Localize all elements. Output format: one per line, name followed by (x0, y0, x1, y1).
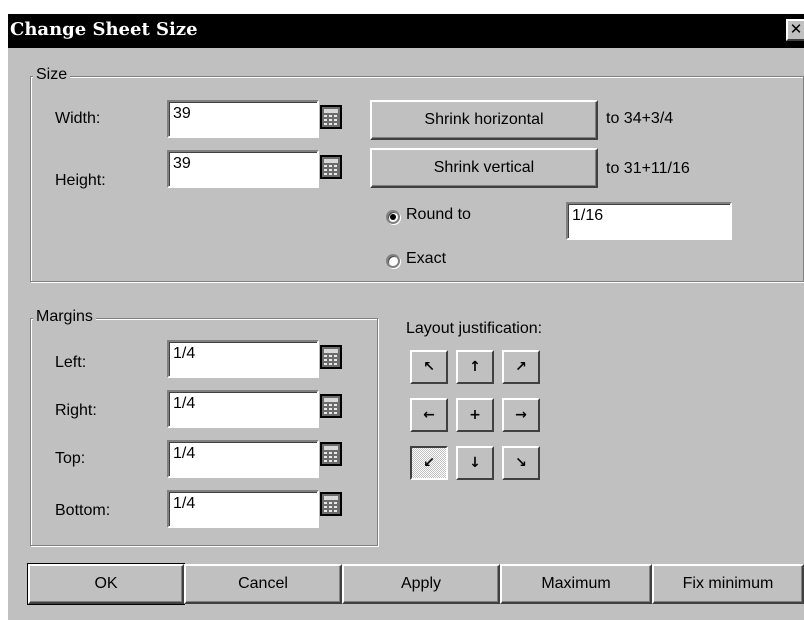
title-bar: Change Sheet Size ✕ (8, 14, 804, 48)
bottom-margin-calculator-button[interactable] (316, 490, 346, 518)
arrow-down-right-icon: ↘ (515, 455, 527, 471)
round-to-radio[interactable] (386, 210, 400, 224)
bottom-margin-label: Bottom: (55, 502, 111, 519)
left-margin-label: Left: (55, 354, 87, 371)
calculator-icon (320, 442, 342, 466)
justify-center-button[interactable]: + (456, 398, 494, 432)
width-calculator-button[interactable] (316, 103, 346, 131)
round-to-field[interactable]: 1/16 (566, 202, 732, 240)
top-margin-field[interactable]: 1/4 (167, 440, 319, 478)
calculator-icon (320, 155, 342, 179)
arrow-up-right-icon: ↗ (515, 359, 527, 375)
fix-minimum-button[interactable]: Fix minimum (652, 564, 804, 604)
arrow-right-icon: → (515, 407, 527, 423)
justify-bottom-right-button[interactable]: ↘ (502, 446, 540, 480)
justify-top-button[interactable]: ↑ (456, 350, 494, 384)
calculator-icon (320, 345, 342, 369)
cancel-button[interactable]: Cancel (184, 564, 342, 604)
height-field[interactable]: 39 (167, 150, 319, 188)
apply-button[interactable]: Apply (342, 564, 500, 604)
left-margin-calculator-button[interactable] (316, 343, 346, 371)
bottom-margin-field[interactable]: 1/4 (167, 490, 319, 528)
calculator-icon (320, 394, 342, 418)
shrink-horizontal-result: to 34+3/4 (606, 110, 674, 127)
maximum-button[interactable]: Maximum (500, 564, 652, 604)
arrow-up-left-icon: ↖ (423, 359, 435, 375)
layout-justification-label: Layout justification: (406, 320, 543, 337)
exact-radio[interactable] (386, 254, 400, 268)
right-margin-label: Right: (55, 402, 97, 419)
top-margin-calculator-button[interactable] (316, 440, 346, 468)
arrow-left-icon: ← (423, 407, 435, 423)
close-icon: ✕ (789, 21, 803, 38)
change-sheet-size-dialog: Change Sheet Size ✕ Size Width: 39 Heigh… (8, 14, 804, 620)
justify-bottom-button[interactable]: ↓ (456, 446, 494, 480)
top-margin-label: Top: (55, 450, 86, 467)
close-button[interactable]: ✕ (786, 19, 804, 41)
justify-right-button[interactable]: → (502, 398, 540, 432)
dialog-title: Change Sheet Size (10, 19, 198, 40)
justify-top-left-button[interactable]: ↖ (410, 350, 448, 384)
justify-top-right-button[interactable]: ↗ (502, 350, 540, 384)
shrink-vertical-button[interactable]: Shrink vertical (370, 148, 598, 188)
shrink-vertical-result: to 31+11/16 (606, 160, 690, 177)
left-margin-field[interactable]: 1/4 (167, 340, 319, 378)
right-margin-field[interactable]: 1/4 (167, 390, 319, 428)
justify-left-button[interactable]: ← (410, 398, 448, 432)
shrink-horizontal-button[interactable]: Shrink horizontal (370, 100, 598, 140)
arrow-down-icon: ↓ (469, 455, 481, 471)
right-margin-calculator-button[interactable] (316, 392, 346, 420)
calculator-icon (320, 105, 342, 129)
center-plus-icon: + (469, 407, 481, 423)
ok-button[interactable]: OK (27, 563, 185, 605)
width-field[interactable]: 39 (167, 100, 319, 138)
exact-label: Exact (406, 250, 447, 267)
round-to-label: Round to (406, 206, 471, 223)
height-label: Height: (55, 172, 106, 189)
calculator-icon (320, 492, 342, 516)
size-group-legend: Size (33, 66, 71, 84)
justify-bottom-left-button[interactable]: ↙ (410, 446, 448, 480)
arrow-up-icon: ↑ (469, 359, 481, 375)
arrow-down-left-icon: ↙ (423, 455, 435, 471)
height-calculator-button[interactable] (316, 153, 346, 181)
margins-group-legend: Margins (33, 308, 96, 326)
width-label: Width: (55, 110, 101, 127)
